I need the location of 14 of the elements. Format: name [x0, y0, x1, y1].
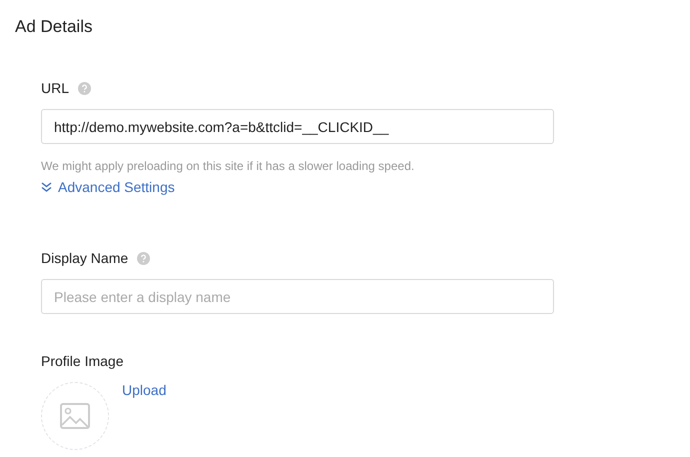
advanced-settings-link[interactable]: Advanced Settings [41, 179, 175, 195]
display-name-input[interactable]: Please enter a display name [41, 279, 554, 314]
field-label: Profile Image [41, 353, 124, 369]
url-input[interactable]: http://demo.mywebsite.com?a=b&ttclid=__CLICKID__ [41, 109, 554, 144]
upload-link[interactable]: Upload [122, 382, 166, 398]
help-icon [78, 82, 92, 94]
hint-text: We might apply preloading on this site if it has a slower loading speed. [41, 158, 416, 174]
field-label: Display Name [41, 250, 128, 266]
section-title: Ad Details [15, 16, 94, 38]
image-placeholder[interactable] [41, 382, 109, 450]
double-chevron-icon [41, 182, 52, 192]
field-label: URL [41, 80, 70, 96]
help-icon [137, 252, 150, 264]
image-icon [60, 403, 90, 429]
